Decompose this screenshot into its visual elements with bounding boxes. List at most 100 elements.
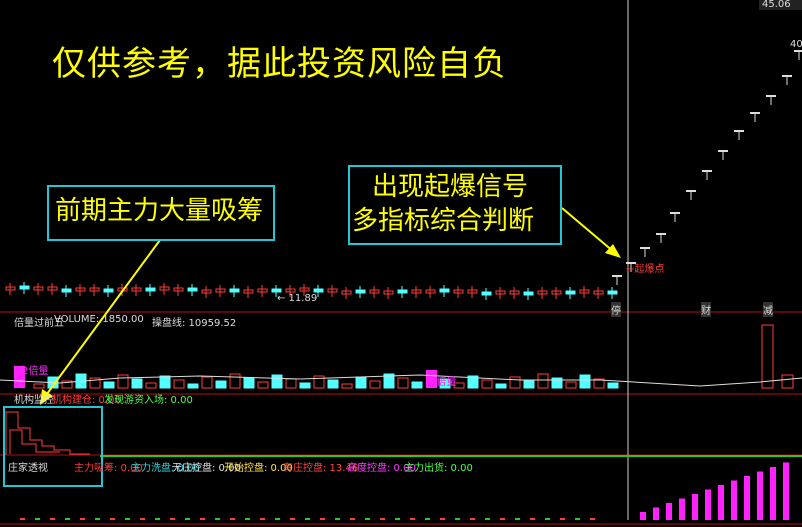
volume-bar xyxy=(285,378,297,389)
candle xyxy=(355,289,366,294)
volume-bar xyxy=(397,377,409,389)
rise-candle xyxy=(734,130,744,132)
tick-bar xyxy=(380,518,385,520)
volume-bar xyxy=(495,383,507,389)
volume-bar xyxy=(607,382,619,389)
zhuang-panel-name: 庄家透视 xyxy=(8,463,48,474)
signal-text-2: 多指标综合判断 xyxy=(352,206,535,236)
tick-bar xyxy=(590,518,595,520)
tick-bar xyxy=(440,518,445,520)
candle xyxy=(565,290,576,295)
volume-bar xyxy=(761,324,774,389)
tick-bar xyxy=(80,518,85,520)
volume-bar xyxy=(509,376,521,389)
accumulation-text: 前期主力大量吸筹 xyxy=(55,196,264,226)
rise-candle xyxy=(670,212,680,214)
candle xyxy=(103,288,114,293)
rise-candle xyxy=(612,275,622,277)
volume-bar xyxy=(33,383,45,389)
tick-bar xyxy=(365,518,370,520)
tick-bar xyxy=(275,518,280,520)
volume-bar xyxy=(341,383,353,389)
tick-bar xyxy=(290,518,295,520)
tick-bar xyxy=(425,518,430,520)
tick-bar xyxy=(230,518,235,520)
control-bar xyxy=(666,503,672,520)
control-bar xyxy=(640,512,646,520)
rise-candle xyxy=(766,95,776,97)
control-bar xyxy=(653,507,659,520)
volume-bar xyxy=(243,377,255,389)
tick-bar xyxy=(245,518,250,520)
control-bar xyxy=(718,485,724,520)
tick-bar xyxy=(155,518,160,520)
signal-text-1: 出现起爆信号 xyxy=(372,172,529,202)
volume-bar xyxy=(327,379,339,389)
volume-bar xyxy=(579,374,591,389)
tick-bar xyxy=(575,518,580,520)
tick-bar xyxy=(140,518,145,520)
volume-bar xyxy=(565,381,577,389)
volume-bar xyxy=(271,374,283,389)
volume-bar xyxy=(523,380,535,389)
tick-bar xyxy=(200,518,205,520)
low-price-label: ← 11.89 xyxy=(277,293,318,304)
tick-bar xyxy=(500,518,505,520)
double-volume-tag: 2倍量 xyxy=(430,377,457,388)
control-bar xyxy=(770,467,776,520)
axis-price-top: 45.06 xyxy=(762,0,791,10)
inst-panel-name: 机构监控 xyxy=(14,395,54,406)
volume-bar xyxy=(299,382,311,389)
inst-found-value: 发现游资入场: 0.00 xyxy=(104,395,193,406)
tick-bar xyxy=(350,518,355,520)
control-bar xyxy=(731,480,737,520)
volume-bar xyxy=(411,381,423,389)
tick-bar xyxy=(110,518,115,520)
disclaimer-text: 仅供参考，据此投资风险自负 xyxy=(52,44,507,84)
volume-value: VOLUME: 1850.00 xyxy=(54,314,144,325)
rise-candle xyxy=(686,190,696,192)
control-bar xyxy=(679,498,685,520)
tick-bar xyxy=(485,518,490,520)
tick-bar xyxy=(515,518,520,520)
control-bar xyxy=(744,476,750,520)
marker-reduce: 减 xyxy=(763,302,773,317)
tick-bar xyxy=(470,518,475,520)
candle xyxy=(61,288,72,293)
rise-candle xyxy=(640,247,650,249)
tick-bar xyxy=(20,518,25,520)
rise-candle xyxy=(794,50,802,52)
accumulation-zone-box xyxy=(3,406,103,487)
candle xyxy=(19,285,30,290)
volume-bar xyxy=(187,383,199,389)
tick-bar xyxy=(170,518,175,520)
volume-bar xyxy=(173,379,185,389)
volume-bar xyxy=(145,382,157,389)
marker-stop: 停 xyxy=(611,302,621,317)
axis-price-second: 40.6 xyxy=(790,39,802,50)
tick-bar xyxy=(410,518,415,520)
pan-line-value: 操盘线: 10959.52 xyxy=(152,318,237,329)
tick-bar xyxy=(545,518,550,520)
volume-bar xyxy=(781,374,794,389)
tick-bar xyxy=(185,518,190,520)
candle xyxy=(187,287,198,292)
tick-bar xyxy=(455,518,460,520)
rise-candle xyxy=(750,112,760,114)
arrow-line xyxy=(561,207,615,253)
control-bar xyxy=(692,494,698,520)
rise-candle xyxy=(782,75,792,77)
candle xyxy=(271,288,282,293)
tick-bar xyxy=(95,518,100,520)
volume-bar xyxy=(229,373,241,389)
volume-bar xyxy=(537,373,549,389)
rise-candle xyxy=(656,233,666,235)
signal-annotation: 出现起爆信号 多指标综合判断 xyxy=(348,165,562,245)
candle xyxy=(229,288,240,293)
volume-bar xyxy=(103,381,115,389)
tick-bar xyxy=(320,518,325,520)
volume-bar xyxy=(131,378,143,389)
tick-bar xyxy=(530,518,535,520)
tick-bar xyxy=(215,518,220,520)
candle xyxy=(607,290,618,295)
